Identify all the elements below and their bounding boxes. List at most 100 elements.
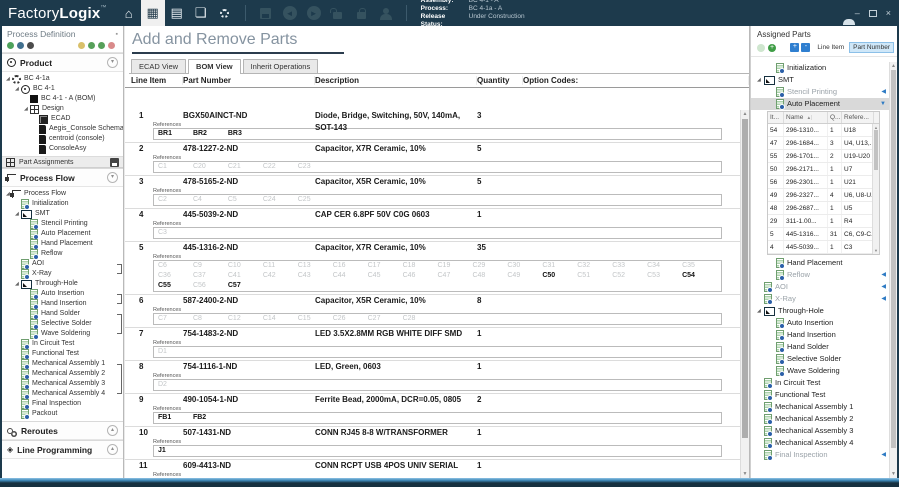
bom-row[interactable]: 6 587-2400-2-ND Capacitor, X5R Ceramic, 10… [125, 295, 740, 328]
tree-item-design[interactable]: ◢ Design [2, 104, 123, 114]
column-header[interactable]: Description [315, 76, 477, 85]
grid-row[interactable]: 47 296-1684... 3 U4, U13,... [768, 137, 879, 150]
tab-ecad-view[interactable]: ECAD View [131, 59, 187, 73]
assigned-tree-item-smt[interactable]: ◢ SMT [751, 74, 889, 86]
tree-item-wave-soldering[interactable]: Wave Soldering [2, 329, 123, 339]
assigned-tree-item-functional-test[interactable]: Functional Test [751, 389, 889, 401]
tab-bom-view[interactable]: BOM View [188, 59, 241, 74]
chevron-down-icon[interactable]: ▼ [880, 98, 886, 110]
tree-item-mechanical-assembly-1[interactable]: Mechanical Assembly 1 [2, 359, 123, 369]
collapse-section-icon[interactable]: ▾ [107, 172, 118, 183]
undo-icon[interactable]: ◄ [278, 0, 302, 26]
expand-section-icon[interactable]: ▴ [107, 425, 118, 436]
column-header[interactable]: Quantity [477, 76, 523, 85]
grid-column-header[interactable]: It... [768, 112, 784, 123]
flag-icon-yellow[interactable] [78, 42, 85, 49]
tree-item-smt[interactable]: ◢ SMT [2, 209, 123, 219]
grid-row[interactable]: 56 296-2301... 1 U21 [768, 176, 879, 189]
chevron-left-icon[interactable]: ◀ [881, 449, 886, 461]
tree-item-auto-placement[interactable]: Auto Placement [2, 229, 123, 239]
chevron-left-icon[interactable]: ◀ [881, 293, 886, 305]
status-icon-blue[interactable] [17, 42, 24, 49]
status-icon-red[interactable] [108, 42, 115, 49]
grid-row[interactable]: 29 311-1.00... 1 R4 [768, 215, 879, 228]
grid-row[interactable]: 4 445-5039... 1 C3 [768, 241, 879, 254]
column-header[interactable]: Part Number [183, 76, 315, 85]
save-part-assignments-icon[interactable] [110, 157, 119, 167]
assigned-tree-item-wave-soldering[interactable]: Wave Soldering [751, 365, 889, 377]
save-icon[interactable] [254, 0, 278, 26]
assigned-tree-item-stencil-printing[interactable]: Stencil Printing ◀ [751, 86, 889, 98]
assigned-tree-item-mechanical-assembly-2[interactable]: Mechanical Assembly 2 [751, 413, 889, 425]
scroll-thumb[interactable] [742, 119, 748, 438]
line-item-toggle[interactable]: Line Item [814, 43, 847, 52]
assigned-tree-item-x-ray[interactable]: X-Ray ◀ [751, 293, 889, 305]
flag-icon-green[interactable] [88, 42, 95, 49]
pin-icon[interactable]: ▪ [116, 31, 118, 38]
bom-row[interactable]: 2 478-1227-2-ND Capacitor, X7R Ceramic, 10… [125, 143, 740, 176]
assigned-tree-item-final-inspection[interactable]: Final Inspection ◀ [751, 449, 889, 461]
collapse-section-icon[interactable]: ▾ [107, 57, 118, 68]
tree-item-hand-placement[interactable]: Hand Placement [2, 239, 123, 249]
scroll-up-icon[interactable]: ▲ [741, 111, 749, 117]
home-icon[interactable]: ⌂ [117, 0, 141, 26]
tree-item-aegis-console-schema-[interactable]: Aegis_Console Schema... [2, 124, 123, 134]
grid-row[interactable]: 48 296-2687... 1 U5 [768, 202, 879, 215]
bom-editor-icon[interactable]: ▦ [140, 0, 165, 26]
tree-item-mechanical-assembly-3[interactable]: Mechanical Assembly 3 [2, 379, 123, 389]
bom-row[interactable]: 9 490-1054-1-ND Ferrite Bead, 2000mA, DCR=… [125, 394, 740, 427]
expander-icon[interactable]: ◢ [757, 305, 764, 317]
part-assignments-item[interactable]: Part Assignments [2, 156, 123, 168]
close-button[interactable]: × [886, 8, 891, 18]
grid-row[interactable]: 5 445-1316... 31 C6, C9-C... [768, 228, 879, 241]
tree-item-functional-test[interactable]: Functional Test [2, 349, 123, 359]
add-icon[interactable]: + [768, 43, 776, 52]
tree-item-reflow[interactable]: Reflow [2, 249, 123, 259]
tree-item-stencil-printing[interactable]: Stencil Printing [2, 219, 123, 229]
tab-inherit-operations[interactable]: Inherit Operations [242, 59, 319, 73]
grid-row[interactable]: 50 296-2171... 1 U7 [768, 163, 879, 176]
tree-item-final-inspection[interactable]: Final Inspection [2, 399, 123, 409]
collapse-all-icon[interactable]: - [801, 43, 811, 52]
status-icon-green[interactable] [7, 42, 14, 49]
tree-item-selective-solder[interactable]: Selective Solder [2, 319, 123, 329]
assigned-tree-item-mechanical-assembly-3[interactable]: Mechanical Assembly 3 [751, 425, 889, 437]
grid-scrollbar[interactable]: ▲ ▼ [872, 124, 879, 254]
chevron-left-icon[interactable]: ◀ [881, 281, 886, 293]
grid-column-header[interactable]: Refere... ▲ [842, 112, 874, 123]
bom-row[interactable]: 4 445-5039-2-ND CAP CER 6.8PF 50V C0G 0603… [125, 209, 740, 242]
section-reroutes[interactable]: Reroutes ▴ [2, 421, 123, 440]
assigned-tree-item-auto-insertion[interactable]: Auto Insertion [751, 317, 889, 329]
part-number-toggle[interactable]: Part Number [849, 42, 894, 53]
assigned-tree-item-mechanical-assembly-1[interactable]: Mechanical Assembly 1 [751, 401, 889, 413]
assigned-tree-item-hand-solder[interactable]: Hand Solder [751, 341, 889, 353]
tree-item-consoleasy[interactable]: ConsoleAsy [2, 144, 123, 154]
tree-item-bc-4-1-a-bom-[interactable]: BC 4-1 - A (BOM) [2, 94, 123, 104]
tree-item-mechanical-assembly-4[interactable]: Mechanical Assembly 4 [2, 389, 123, 399]
documents-icon[interactable]: ▤ [165, 0, 189, 26]
tree-item-ecad[interactable]: ECAD [2, 114, 123, 124]
bom-row[interactable]: 11 609-4413-ND CONN RCPT USB 4POS UNIV SER… [125, 460, 740, 478]
grid-column-header[interactable]: Name ▲ [784, 112, 828, 123]
lock-icon[interactable] [350, 0, 374, 26]
grid-row[interactable]: 49 296-2327... 4 U6, U8-U... [768, 189, 879, 202]
windows-icon[interactable]: ❏ [189, 0, 213, 26]
bom-row[interactable]: 8 754-1116-1-ND LED, Green, 0603 1 Reference… [125, 361, 740, 394]
assigned-tree-item-in-circuit-test[interactable]: In Circuit Test [751, 377, 889, 389]
scroll-down-icon[interactable]: ▼ [890, 471, 897, 477]
minimize-button[interactable]: – [855, 8, 860, 18]
chevron-left-icon[interactable]: ◀ [881, 269, 886, 281]
column-header[interactable]: Option Codes: [523, 76, 749, 85]
tree-item-in-circuit-test[interactable]: In Circuit Test [2, 339, 123, 349]
tree-item-process-flow[interactable]: ◢ Process Flow [2, 189, 123, 199]
grid-row[interactable]: 54 296-1310... 1 U18 [768, 124, 879, 137]
tree-item-initialization[interactable]: Initialization [2, 199, 123, 209]
tree-item-bc-4-1a[interactable]: ◢ BC 4-1a [2, 74, 123, 84]
gear-icon[interactable] [213, 0, 237, 26]
bom-row[interactable]: 1 BGX50AINCT-ND Diode, Bridge, Switching, … [125, 110, 740, 143]
restore-button[interactable] [868, 9, 877, 17]
tree-item-x-ray[interactable]: X-Ray [2, 269, 123, 279]
tree-item-hand-solder[interactable]: Hand Solder [2, 309, 123, 319]
bom-row[interactable]: 3 478-5165-2-ND Capacitor, X5R Ceramic, 10… [125, 176, 740, 209]
tree-item-bc-4-1[interactable]: ◢ BC 4-1 [2, 84, 123, 94]
